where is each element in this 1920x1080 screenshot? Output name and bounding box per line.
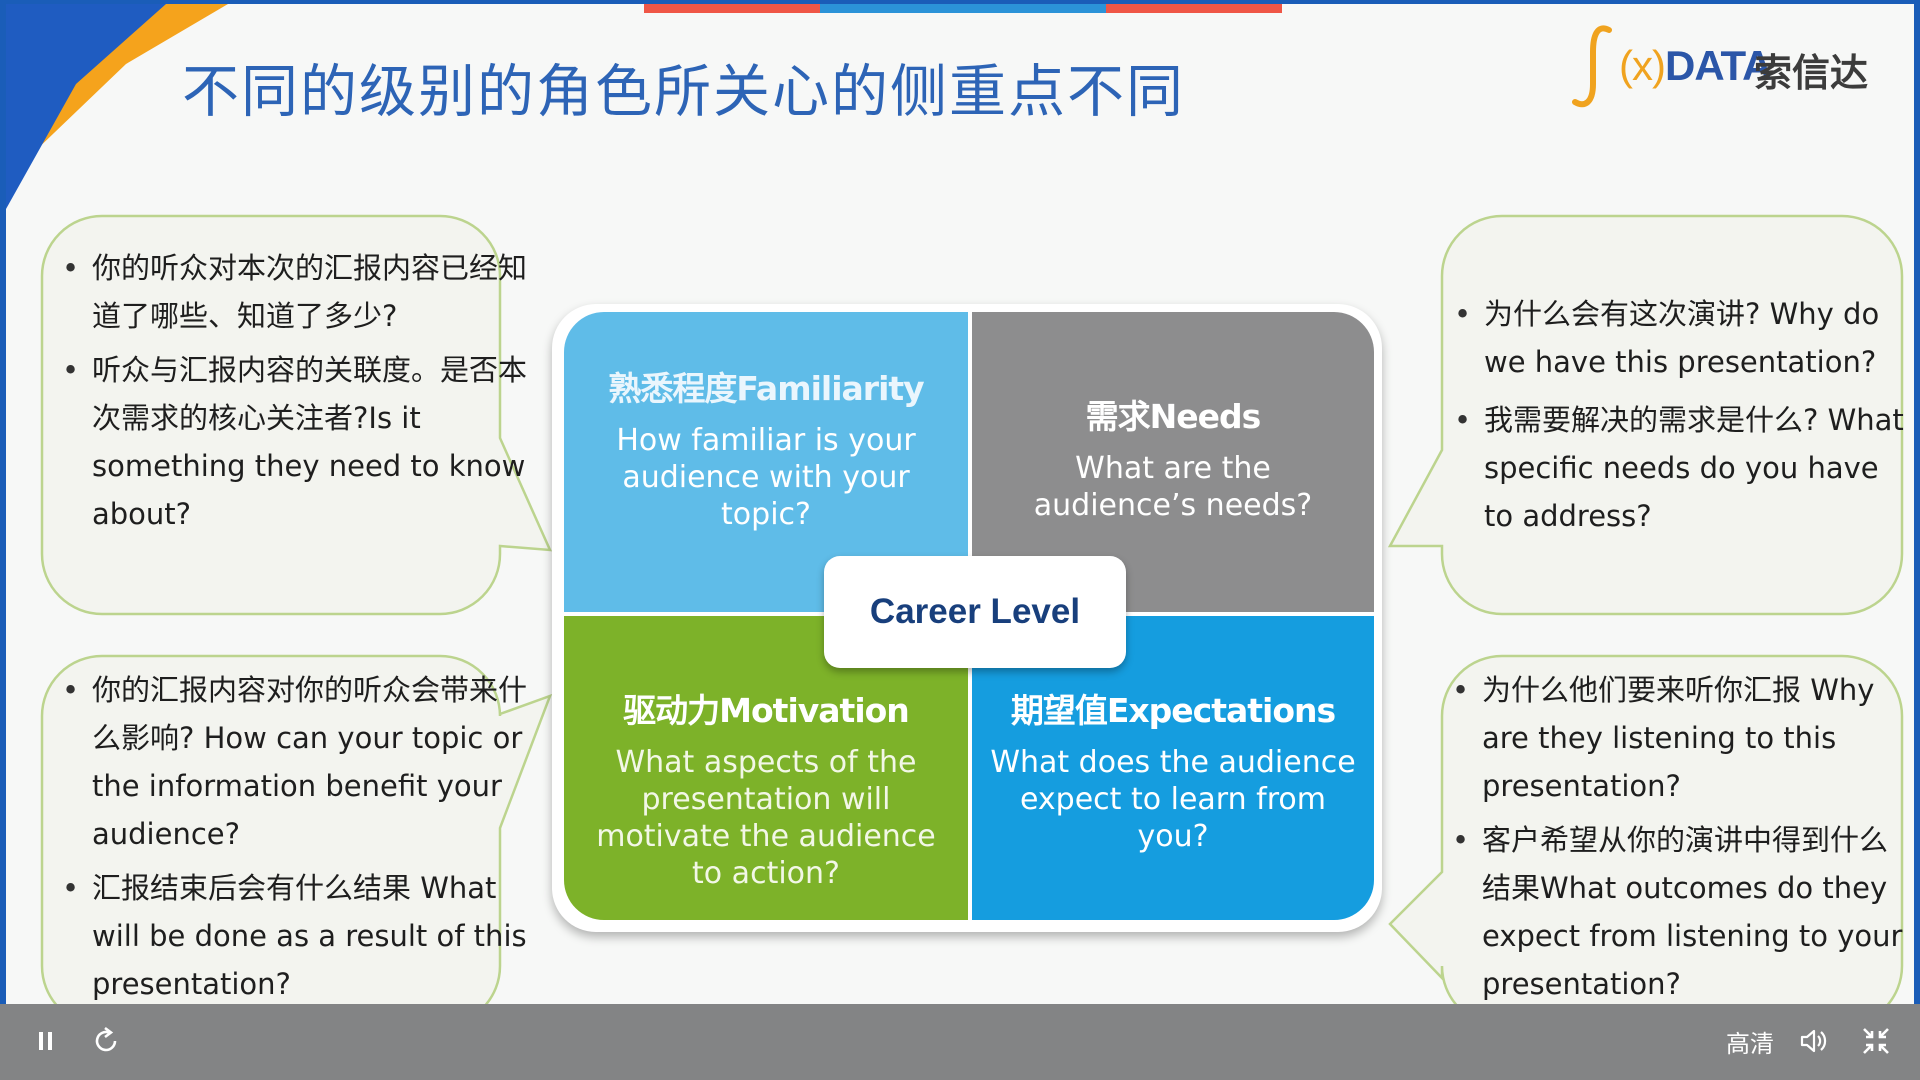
bubble-bottom-left-item-1: 你的汇报内容对你的听众会带来什么影响? How can your topic o… (62, 666, 532, 858)
top-strip-red (644, 4, 820, 13)
needs-heading: 需求Needs (1085, 397, 1262, 436)
bubble-bottom-left-item-2: 汇报结束后会有什么结果 What will be done as a resul… (62, 864, 532, 1004)
needs-body: What are the audience’s needs? (1033, 451, 1313, 523)
top-strip-blue (820, 4, 1106, 13)
bubble-top-right-item-2: 我需要解决的需求是什么? What specific needs do you … (1454, 396, 1904, 540)
replay-icon (95, 1026, 117, 1052)
player-control-bar: 高清 (0, 1004, 1920, 1080)
volume-icon (1800, 1029, 1827, 1053)
familiarity-body: How familiar is your audience with your … (616, 423, 916, 532)
slide-title: 不同的级别的角色所关心的侧重点不同 (182, 59, 1185, 125)
bubble-bottom-left: 你的汇报内容对你的听众会带来什么影响? How can your topic o… (30, 650, 553, 1004)
career-level-label: Career Level (824, 556, 1126, 668)
pause-button[interactable] (28, 1018, 64, 1064)
bubble-top-left: 你的听众对本次的汇报内容已经知道了哪些、知道了多少? 听众与汇报内容的关联度。是… (30, 210, 553, 620)
replay-button[interactable] (88, 1018, 124, 1064)
bubble-top-right-item-1: 为什么会有这次演讲? Why do we have this presentat… (1454, 290, 1904, 386)
slide: 不同的级别的角色所关心的侧重点不同 (x)DATA 索信达 你的听众对本次的汇报… (6, 4, 1914, 1004)
bubble-bottom-right: 为什么他们要来听你汇报 Why are they listening to th… (1382, 650, 1912, 1004)
motivation-heading: 驱动力Motivation (623, 691, 910, 730)
top-strip-red-2 (1106, 4, 1282, 13)
bubble-top-right: 为什么会有这次演讲? Why do we have this presentat… (1382, 210, 1912, 620)
company-logo: (x)DATA 索信达 (1571, 22, 1891, 112)
expectations-body: What does the audience expect to learn f… (990, 745, 1356, 854)
exit-fullscreen-icon (1863, 1028, 1889, 1054)
career-level-quadrant: 熟悉程度Familiarity How familiar is your aud… (552, 304, 1382, 932)
bubble-bottom-right-item-2: 客户希望从你的演讲中得到什么结果What outcomes do they ex… (1452, 816, 1907, 1004)
logo-company-name: 索信达 (1754, 51, 1869, 95)
pause-icon (39, 1032, 52, 1050)
motivation-body: What aspects of the presentation will mo… (596, 745, 936, 891)
integral-logo-mark (1572, 25, 1612, 108)
familiarity-heading: 熟悉程度Familiarity (608, 369, 924, 408)
expectations-heading: 期望值Expectations (1010, 691, 1336, 730)
logo-wordmark: (x)DATA (1619, 42, 1772, 89)
exit-fullscreen-button[interactable] (1856, 1018, 1896, 1064)
volume-button[interactable] (1796, 1018, 1832, 1064)
bubble-top-left-item-2: 听众与汇报内容的关联度。是否本次需求的核心关注者?Is it something… (62, 346, 532, 538)
bubble-bottom-right-item-1: 为什么他们要来听你汇报 Why are they listening to th… (1452, 666, 1907, 810)
bubble-top-left-item-1: 你的听众对本次的汇报内容已经知道了哪些、知道了多少? (62, 244, 532, 340)
quality-selector[interactable]: 高清 (1722, 1018, 1778, 1064)
